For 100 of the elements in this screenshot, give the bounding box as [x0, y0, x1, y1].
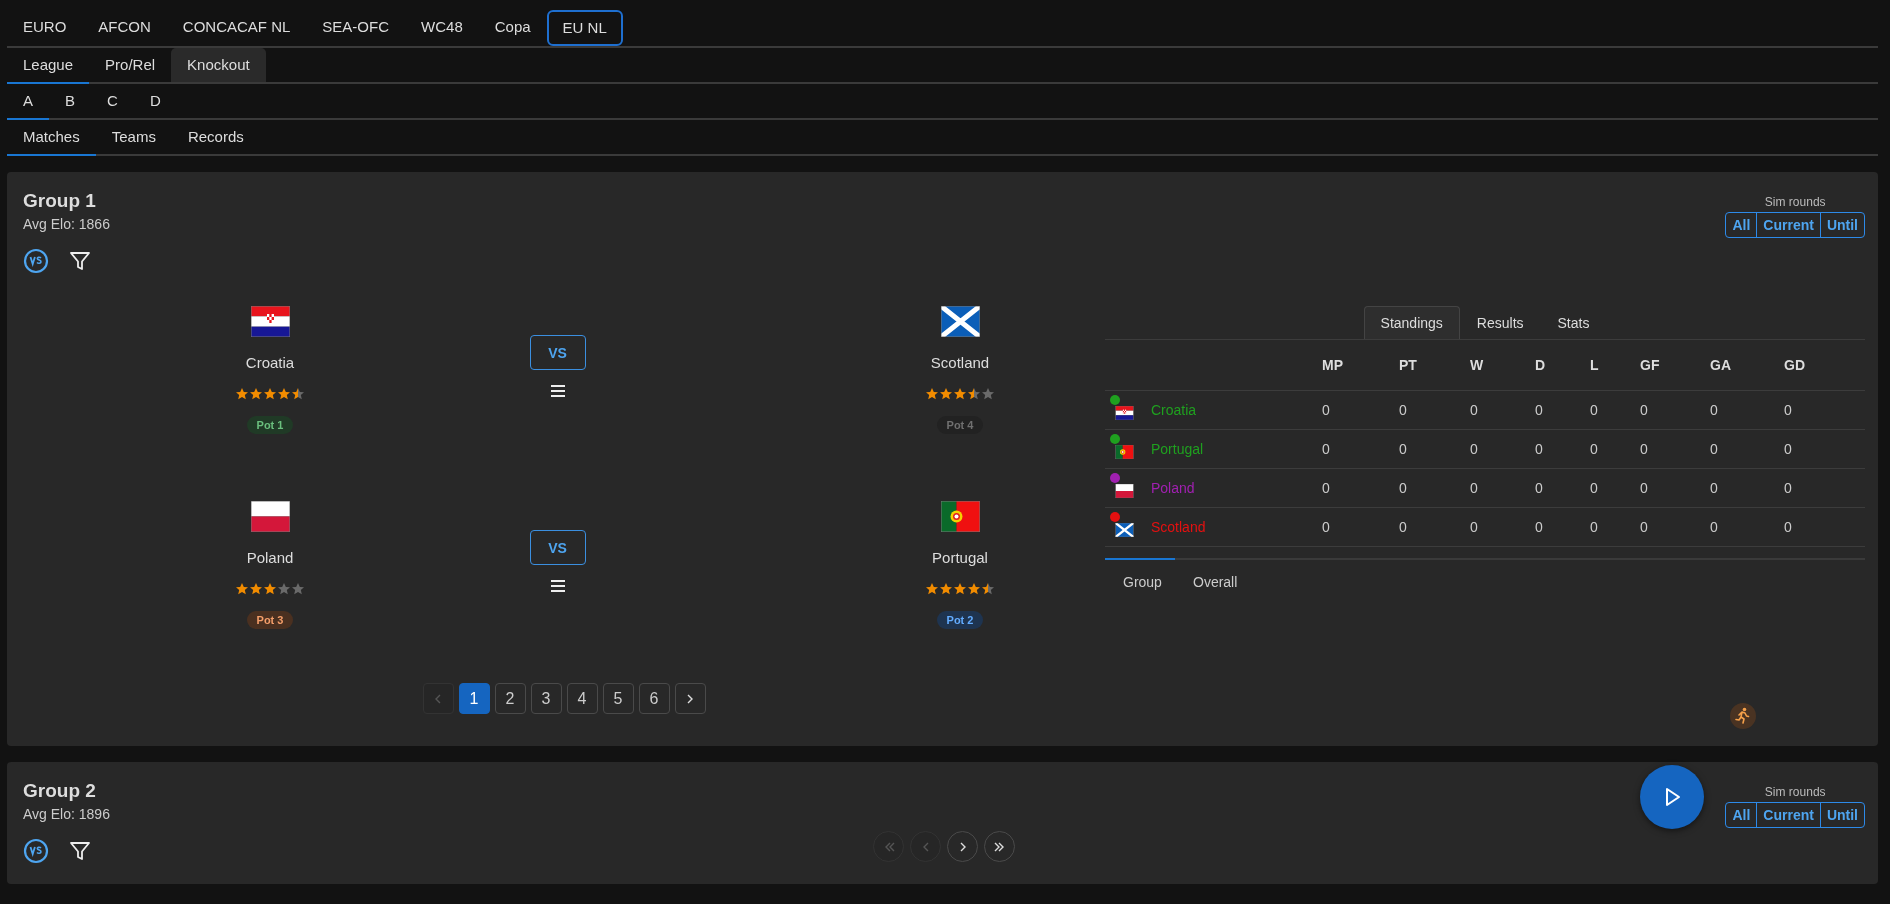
table-cell: 0: [1590, 430, 1640, 469]
tab[interactable]: A: [7, 84, 49, 120]
runner-icon[interactable]: [1730, 703, 1756, 729]
star-icon: [925, 387, 939, 401]
table-cell: 0: [1590, 508, 1640, 547]
avg-elo-text: Avg Elo: 1866: [23, 215, 111, 234]
table-cell: 0: [1470, 508, 1535, 547]
team-name: Portugal: [1151, 441, 1204, 457]
table-cell: 0: [1710, 430, 1784, 469]
page-button[interactable]: 1: [458, 683, 490, 714]
column-header: PT: [1399, 340, 1470, 391]
tab[interactable]: EU NL: [546, 10, 623, 46]
table-cell: 0: [1535, 430, 1590, 469]
versus-icon[interactable]: [23, 248, 49, 274]
star-icon: [249, 582, 263, 596]
tab[interactable]: Results: [1459, 306, 1541, 339]
tab[interactable]: C: [91, 84, 134, 118]
page-button[interactable]: 3: [530, 683, 562, 714]
avg-elo-text: Avg Elo: 1896: [23, 805, 111, 824]
column-header: GA: [1710, 340, 1784, 391]
table-cell: 0: [1399, 508, 1470, 547]
table-cell: 0: [1322, 508, 1399, 547]
next-page-button[interactable]: [674, 683, 706, 714]
tab[interactable]: EURO: [7, 10, 83, 46]
page-button[interactable]: 6: [638, 683, 670, 714]
versus-icon[interactable]: [23, 838, 49, 864]
table-cell: 0: [1710, 391, 1784, 430]
page-button[interactable]: 4: [566, 683, 598, 714]
team-name: Scotland: [930, 353, 990, 373]
pot-label: Pot 3: [246, 611, 294, 629]
table-cell: 0: [1399, 430, 1470, 469]
sim-button[interactable]: All: [1726, 213, 1757, 237]
star-icon: [967, 387, 981, 401]
star-icon: [967, 582, 981, 596]
vs-button[interactable]: VS: [529, 335, 586, 370]
table-cell: 0: [1470, 469, 1535, 508]
page-button[interactable]: 5: [602, 683, 634, 714]
table-cell: 0: [1590, 391, 1640, 430]
menu-icon[interactable]: [548, 382, 567, 400]
tab[interactable]: B: [49, 84, 92, 118]
tab[interactable]: Pro/Rel: [89, 48, 172, 82]
team-name: Portugal: [932, 548, 988, 568]
tab[interactable]: CONCACAF NL: [166, 10, 307, 46]
table-cell: 0: [1640, 508, 1710, 547]
sim-rounds-label: Sim rounds: [1764, 784, 1826, 800]
table-cell: 0: [1640, 430, 1710, 469]
table-cell: 0: [1399, 391, 1470, 430]
table-cell: 0: [1535, 508, 1590, 547]
croatia-flag-icon: [1115, 406, 1134, 420]
table-cell: 0: [1470, 430, 1535, 469]
tab[interactable]: Overall: [1175, 558, 1256, 604]
tab[interactable]: AFCON: [82, 10, 167, 46]
poland-flag-icon: [1115, 484, 1134, 498]
tab[interactable]: Copa: [478, 10, 547, 46]
team-name: Scotland: [1151, 519, 1206, 535]
table-cell: 0: [1784, 469, 1865, 508]
scotland-flag-icon: [940, 306, 980, 337]
page-button[interactable]: 2: [494, 683, 526, 714]
column-header: W: [1470, 340, 1535, 391]
menu-icon[interactable]: [548, 577, 567, 595]
column-header: L: [1590, 340, 1640, 391]
tab[interactable]: D: [133, 84, 177, 118]
star-icon: [981, 582, 995, 596]
star-icon: [277, 582, 291, 596]
group-title: Group 2: [23, 779, 97, 803]
tab[interactable]: Matches: [7, 120, 96, 156]
tab[interactable]: Stats: [1540, 306, 1607, 339]
sim-button[interactable]: All: [1726, 803, 1757, 827]
sim-button[interactable]: Current: [1756, 213, 1820, 237]
tab[interactable]: Standings: [1363, 306, 1460, 339]
column-header: GD: [1784, 340, 1865, 391]
star-icon: [235, 582, 249, 596]
team-name: Poland: [246, 548, 294, 568]
tab[interactable]: Teams: [95, 120, 172, 154]
croatia-flag-icon: [250, 306, 290, 337]
star-icon: [249, 387, 263, 401]
poland-flag-icon: [250, 501, 290, 532]
star-icon: [291, 387, 305, 401]
tab[interactable]: Group: [1105, 558, 1175, 604]
table-cell: 0: [1322, 469, 1399, 508]
table-cell: 0: [1322, 391, 1399, 430]
tab[interactable]: Records: [171, 120, 260, 154]
star-icon: [939, 387, 953, 401]
column-header: GF: [1640, 340, 1710, 391]
tab[interactable]: WC48: [405, 10, 479, 46]
sim-button[interactable]: Until: [1819, 213, 1864, 237]
sim-button[interactable]: Current: [1756, 803, 1820, 827]
group-title: Group 1: [23, 189, 97, 213]
star-icon: [953, 582, 967, 596]
star-icon: [981, 387, 995, 401]
star-icon: [291, 582, 305, 596]
table-cell: 0: [1640, 391, 1710, 430]
tab[interactable]: SEA-OFC: [306, 10, 406, 46]
vs-button[interactable]: VS: [529, 530, 586, 565]
star-icon: [925, 582, 939, 596]
sim-button[interactable]: Until: [1819, 803, 1864, 827]
tab[interactable]: League: [7, 48, 90, 84]
tab[interactable]: Knockout: [171, 48, 266, 82]
team-name: Poland: [1151, 480, 1195, 496]
table-cell: 0: [1784, 508, 1865, 547]
